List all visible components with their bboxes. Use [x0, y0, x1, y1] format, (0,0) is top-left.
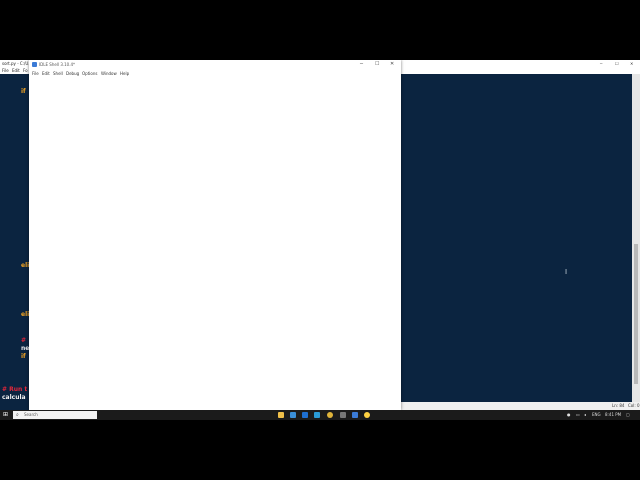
shell-menubar: File Edit Shell Debug Options Window Hel…	[29, 70, 401, 77]
editor-menu-format[interactable]: Fo	[23, 67, 28, 74]
editor-minimize-button[interactable]: ─	[600, 61, 602, 66]
idle-shell-window: IDLE Shell 3.10.4* ─ ☐ ✕ File Edit Shell…	[29, 60, 401, 410]
code-fragment: if	[21, 353, 26, 360]
shell-titlebar[interactable]: IDLE Shell 3.10.4* ─ ☐ ✕	[29, 60, 401, 70]
editor-title: sort.py - C:/U...	[2, 61, 33, 66]
shell-title: IDLE Shell 3.10.4*	[39, 62, 76, 67]
editor-menu-file[interactable]: File	[2, 67, 9, 74]
shell-menu-shell[interactable]: Shell	[53, 70, 63, 77]
volume-icon[interactable]: ◂	[584, 412, 586, 417]
shell-maximize-button[interactable]: ☐	[375, 61, 379, 67]
chrome-icon[interactable]	[327, 412, 333, 418]
language-indicator[interactable]: ENG	[592, 412, 601, 417]
notification-icon[interactable]: ▢	[626, 412, 630, 417]
shell-menu-window[interactable]: Window	[101, 70, 117, 77]
editor-scrollbar[interactable]	[632, 74, 640, 404]
network-icon[interactable]: ▭	[576, 412, 580, 417]
python-icon	[32, 62, 37, 67]
microphone-icon[interactable]: ●	[567, 412, 571, 417]
edge-icon[interactable]	[314, 412, 320, 418]
python-icon[interactable]	[364, 412, 370, 418]
editor-close-button[interactable]: ✕	[630, 61, 633, 66]
taskbar: ⊞ ⌕ Search ● ▭ ◂ ENG 8:41 PM ▢	[0, 410, 640, 420]
python-idle-icon[interactable]	[352, 412, 358, 418]
ibeam-cursor-icon: I	[565, 268, 568, 276]
search-icon: ⌕	[16, 412, 19, 418]
file-explorer-icon[interactable]	[278, 412, 284, 418]
shell-menu-help[interactable]: Help	[120, 70, 129, 77]
windows-start-icon[interactable]: ⊞	[3, 412, 9, 418]
taskbar-search-box[interactable]: ⌕ Search	[13, 411, 97, 419]
code-comment: # Run t	[2, 386, 28, 393]
code-comment: #	[21, 337, 27, 344]
editor-maximize-button[interactable]: ☐	[615, 61, 619, 66]
editor-menu-edit[interactable]: Edit	[12, 67, 20, 74]
desktop-screen: sort.py - C:/U... File Edit Fo ─ ☐ ✕ if …	[0, 60, 640, 420]
search-placeholder: Search	[24, 412, 38, 417]
code-fragment: if	[21, 88, 26, 95]
mail-icon[interactable]	[290, 412, 296, 418]
shell-menu-options[interactable]: Options	[82, 70, 97, 77]
shell-output-area[interactable]	[29, 77, 401, 410]
store-icon[interactable]	[302, 412, 308, 418]
code-fragment: eli	[21, 311, 30, 318]
app-icon[interactable]	[340, 412, 346, 418]
editor-scrollbar-thumb[interactable]	[634, 244, 638, 384]
editor-titlebar-right: ─ ☐ ✕	[400, 60, 640, 74]
code-fragment: eli	[21, 262, 30, 269]
status-line: Ln: 84	[612, 403, 625, 408]
shell-menu-edit[interactable]: Edit	[42, 70, 50, 77]
code-fragment: calcula	[2, 394, 26, 401]
status-col: Col: 0	[628, 403, 640, 408]
shell-minimize-button[interactable]: ─	[360, 61, 363, 67]
editor-menubar: File Edit Fo	[0, 67, 30, 74]
clock[interactable]: 8:41 PM	[605, 412, 621, 417]
shell-menu-file[interactable]: File	[32, 70, 39, 77]
shell-close-button[interactable]: ✕	[390, 61, 394, 67]
editor-statusbar: Ln: 84 Col: 0	[400, 402, 640, 410]
shell-menu-debug[interactable]: Debug	[66, 70, 79, 77]
